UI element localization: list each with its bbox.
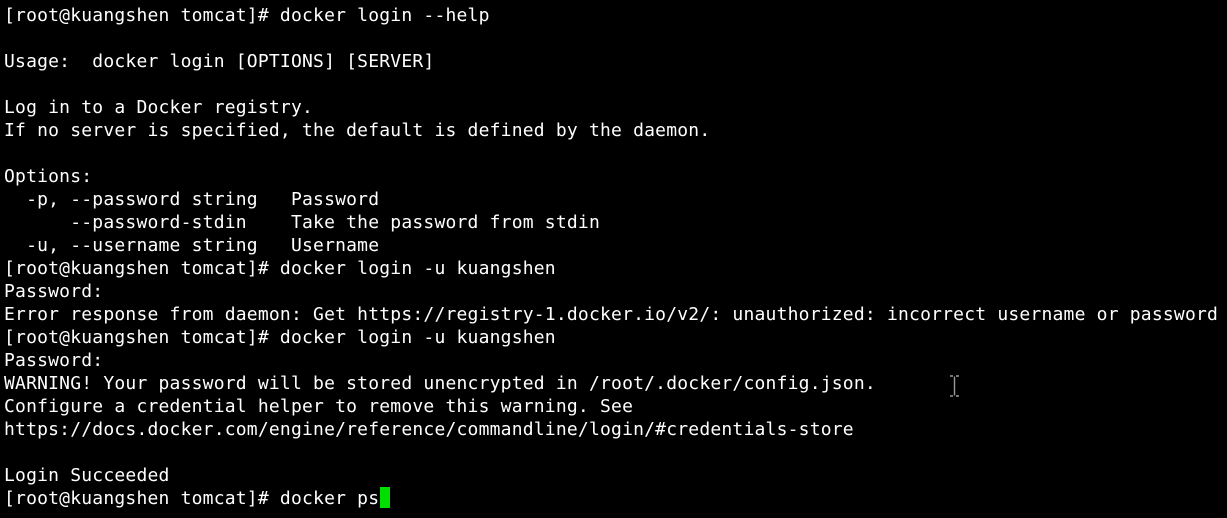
terminal-line: WARNING! Your password will be stored un… (4, 373, 876, 394)
terminal-line: --password-stdin Take the password from … (4, 212, 600, 233)
terminal-line: [root@kuangshen tomcat]# docker login -u… (4, 327, 556, 348)
terminal-line: Log in to a Docker registry. (4, 97, 314, 118)
terminal-line: -p, --password string Password (4, 189, 380, 210)
command-input-line[interactable]: [root@kuangshen tomcat]# docker ps (4, 487, 1218, 510)
text-cursor (380, 487, 391, 508)
text-ibeam-icon (950, 375, 959, 397)
terminal-line: [root@kuangshen tomcat]# docker login --… (4, 5, 490, 26)
terminal-line: -u, --username string Username (4, 235, 380, 256)
terminal-line: If no server is specified, the default i… (4, 120, 711, 141)
terminal-window[interactable]: [root@kuangshen tomcat]# docker login --… (0, 0, 1227, 518)
terminal-line: Configure a credential helper to remove … (4, 396, 634, 417)
terminal-line: Usage: docker login [OPTIONS] [SERVER] (4, 51, 435, 72)
terminal-line: Error response from daemon: Get https://… (4, 304, 1219, 325)
terminal-line: https://docs.docker.com/engine/reference… (4, 419, 854, 440)
terminal-line: [root@kuangshen tomcat]# docker login -u… (4, 258, 556, 279)
terminal-line: Password: (4, 350, 104, 371)
terminal-line: Login Succeeded (4, 465, 170, 486)
terminal-line: Options: (4, 166, 93, 187)
terminal-output: [root@kuangshen tomcat]# docker login --… (4, 4, 1218, 510)
terminal-line: Password: (4, 281, 104, 302)
command-prompt-input[interactable]: [root@kuangshen tomcat]# docker ps (4, 488, 379, 509)
